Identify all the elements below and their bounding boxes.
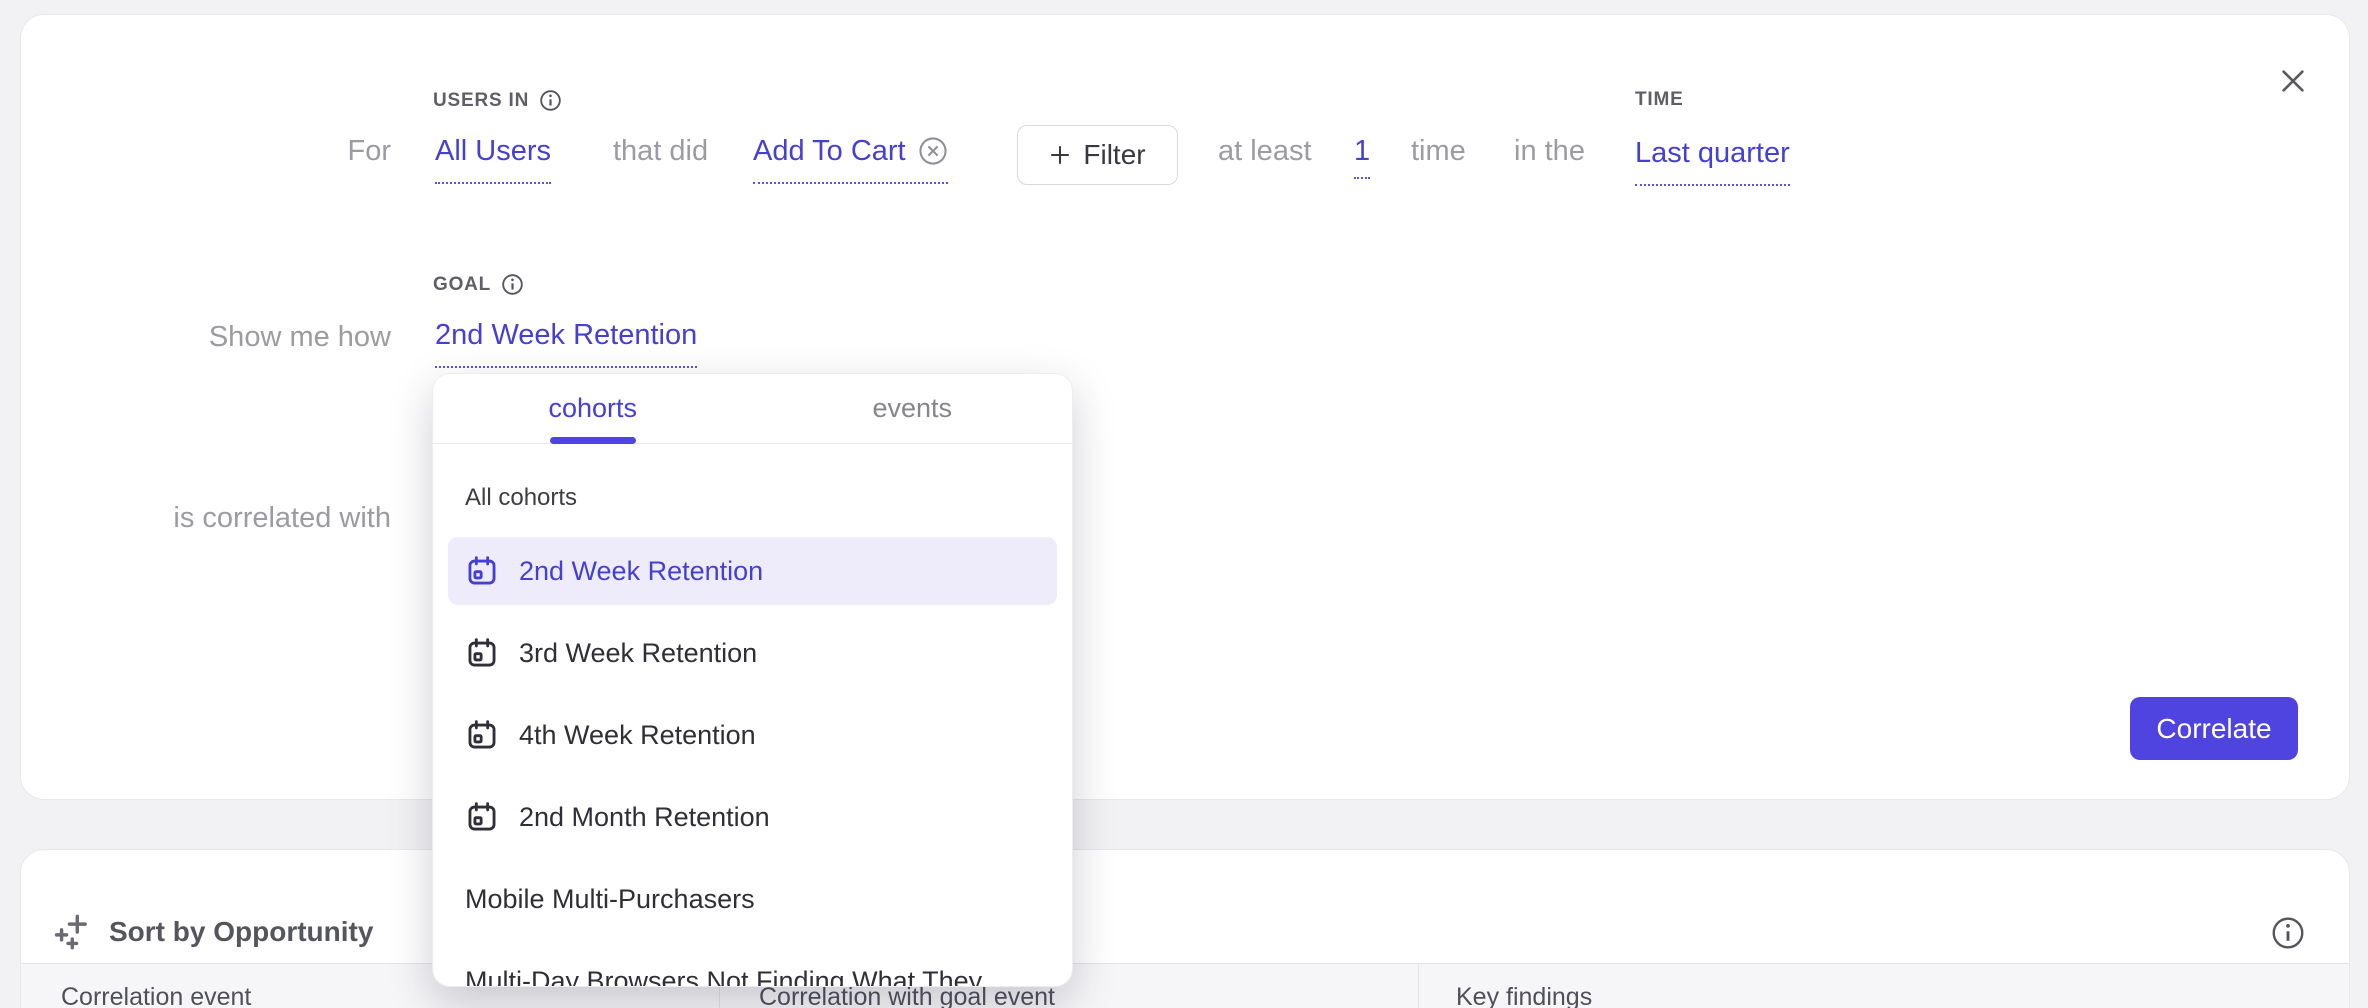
sentence-is-correlated-with: is correlated with	[91, 499, 391, 537]
users-in-label-text: USERS IN	[433, 90, 529, 112]
list-item-label: 3rd Week Retention	[519, 638, 757, 669]
list-item-3rd-week-retention[interactable]: 3rd Week Retention	[448, 619, 1057, 687]
cohort-selector-value: All Users	[435, 132, 551, 170]
dropdown-tabs: cohorts events	[433, 374, 1072, 444]
goal-label-text: GOAL	[433, 274, 491, 296]
sort-by-opportunity-label: Sort by Opportunity	[109, 916, 373, 948]
calendar-icon	[465, 636, 499, 670]
sentence-for: For	[91, 132, 391, 170]
event-selector[interactable]: Add To Cart	[753, 132, 948, 184]
info-icon[interactable]	[539, 89, 562, 112]
calendar-icon	[465, 718, 499, 752]
cohort-section-label: All cohorts	[465, 484, 577, 512]
time-range-value: Last quarter	[1635, 134, 1790, 172]
sentence-at-least: at least	[1218, 132, 1312, 170]
list-item-mobile-multi-purchasers[interactable]: Mobile Multi-Purchasers	[448, 865, 1057, 933]
active-tab-indicator	[550, 437, 636, 444]
count-stepper[interactable]: 1	[1354, 135, 1370, 179]
list-item-2nd-month-retention[interactable]: 2nd Month Retention	[448, 783, 1057, 851]
correlate-button[interactable]: Correlate	[2130, 697, 2298, 760]
info-icon[interactable]	[501, 273, 524, 296]
event-selector-value: Add To Cart	[753, 132, 906, 170]
list-item-multi-day-browsers[interactable]: Multi-Day Browsers Not Finding What They	[448, 947, 1057, 987]
sparkle-pluses-icon	[53, 912, 93, 952]
list-item-2nd-week-retention[interactable]: 2nd Week Retention	[448, 537, 1057, 605]
results-table-header: Correlation event Correlation with goal …	[21, 963, 2349, 1008]
sentence-time: time	[1411, 132, 1466, 170]
cohort-selector[interactable]: All Users	[435, 132, 551, 184]
sentence-show-me-how: Show me how	[91, 318, 391, 356]
list-item-label: 4th Week Retention	[519, 720, 756, 751]
list-item-label: 2nd Month Retention	[519, 802, 770, 833]
list-item-4th-week-retention[interactable]: 4th Week Retention	[448, 701, 1057, 769]
calendar-icon	[465, 554, 499, 588]
close-icon[interactable]	[2273, 61, 2313, 101]
column-header-correlation-event: Correlation event	[61, 983, 251, 1008]
results-panel: Sort by Opportunity Correlation event Co…	[20, 849, 2350, 1008]
list-item-label: Mobile Multi-Purchasers	[465, 884, 755, 915]
correlation-explorer: USERS IN For All Users that did Add To C…	[0, 0, 2368, 1008]
cohort-list: 2nd Week Retention 3rd Week Retention	[433, 537, 1072, 987]
tab-events[interactable]: events	[753, 374, 1073, 443]
goal-selector[interactable]: 2nd Week Retention	[435, 316, 697, 368]
cohort-picker-dropdown: cohorts events All cohorts 2nd Week Rete…	[432, 373, 1073, 987]
column-header-key-findings: Key findings	[1456, 983, 1592, 1008]
info-icon[interactable]	[2271, 916, 2305, 950]
goal-label: GOAL	[433, 273, 524, 296]
add-filter-button[interactable]: Filter	[1017, 125, 1178, 185]
plus-icon	[1049, 144, 1071, 166]
add-filter-label: Filter	[1083, 139, 1145, 171]
list-item-label: Multi-Day Browsers Not Finding What They	[465, 966, 982, 988]
sentence-that-did: that did	[613, 132, 708, 170]
users-in-label: USERS IN	[433, 89, 562, 112]
time-label: TIME	[1635, 89, 1684, 111]
tab-cohorts[interactable]: cohorts	[433, 374, 753, 443]
calendar-icon	[465, 800, 499, 834]
time-range-selector[interactable]: Last quarter	[1635, 134, 1790, 186]
list-item-label: 2nd Week Retention	[519, 556, 763, 587]
query-builder-card: USERS IN For All Users that did Add To C…	[20, 14, 2350, 800]
sort-by-opportunity-button[interactable]: Sort by Opportunity	[53, 912, 373, 952]
column-divider	[1418, 964, 1419, 1008]
sentence-in-the: in the	[1514, 132, 1585, 170]
remove-event-icon[interactable]	[918, 136, 948, 166]
goal-selector-value: 2nd Week Retention	[435, 316, 697, 354]
